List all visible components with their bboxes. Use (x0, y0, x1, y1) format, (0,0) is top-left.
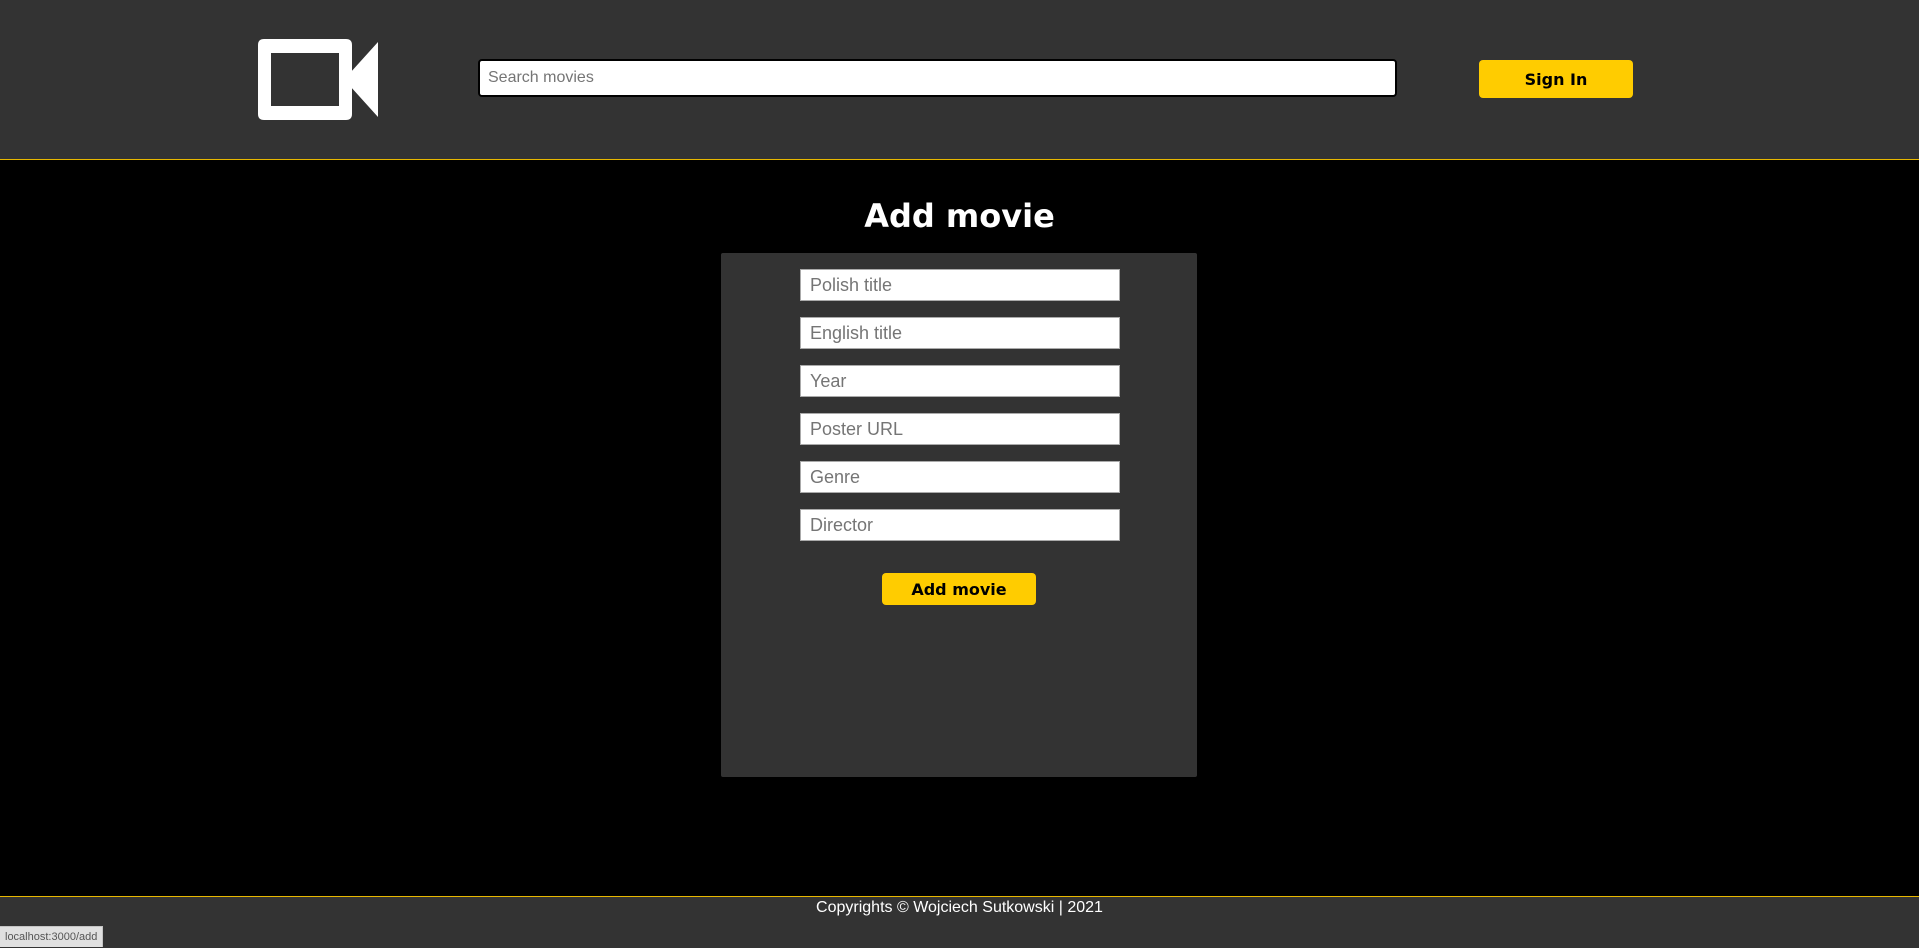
site-footer: Copyrights © Wojciech Sutkowski | 2021 (0, 896, 1919, 948)
add-movie-form: Add movie (721, 253, 1197, 777)
add-movie-button[interactable]: Add movie (882, 573, 1036, 605)
search-input[interactable] (478, 59, 1397, 97)
copyright-text: Copyrights © Wojciech Sutkowski | 2021 (816, 899, 1103, 916)
page-title: Add movie (864, 197, 1055, 235)
english-title-field[interactable] (800, 317, 1120, 349)
poster-url-field[interactable] (800, 413, 1120, 445)
video-camera-icon[interactable] (258, 39, 378, 120)
polish-title-field[interactable] (800, 269, 1120, 301)
status-bar-url: localhost:3000/add (0, 926, 104, 947)
site-header: Sign In (0, 0, 1919, 160)
sign-in-button[interactable]: Sign In (1479, 60, 1633, 98)
year-field[interactable] (800, 365, 1120, 397)
genre-field[interactable] (800, 461, 1120, 493)
director-field[interactable] (800, 509, 1120, 541)
